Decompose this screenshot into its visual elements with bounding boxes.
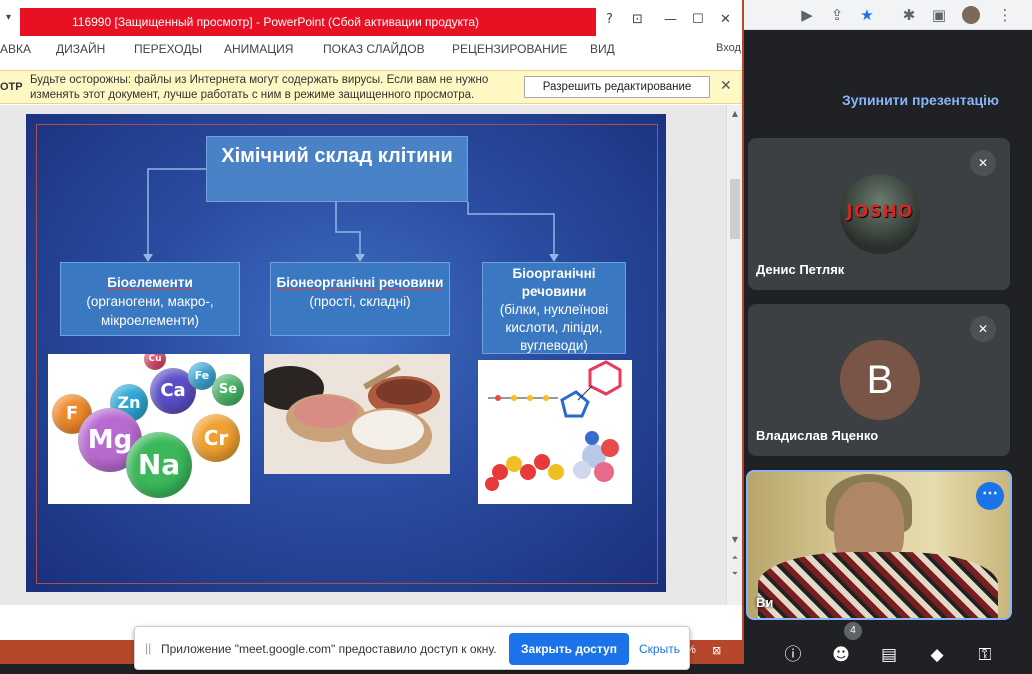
elements-picture: Cu Zn Ca Fe Se F Mg Na Cr [48, 354, 250, 504]
category-heading: Біоелементи [107, 275, 193, 290]
close-bar-icon[interactable]: ✕ [720, 78, 732, 94]
category-heading: Біоорганічні речовини [512, 266, 596, 299]
tab-design[interactable]: ДИЗАЙН [56, 42, 105, 56]
category-box: Біонеорганічні речовини (прості, складні… [270, 262, 450, 336]
camera-icon[interactable]: ▶ [798, 6, 816, 24]
scroll-up-icon[interactable]: ▲ [729, 109, 741, 118]
tab-animation[interactable]: АНИМАЦИЯ [224, 42, 293, 56]
ribbon-display-button[interactable]: ⊡ [632, 12, 643, 27]
scroll-thumb[interactable] [730, 179, 740, 239]
share-icon[interactable]: ⇪ [828, 6, 846, 24]
category-detail: (органогени, макро-, мікроелементи) [86, 294, 214, 328]
vertical-scrollbar[interactable]: ▲ ▼ ⏶ ⏷ [726, 105, 742, 605]
participant-count-badge: 4 [844, 622, 862, 640]
category-box: Біоорганічні речовини (білки, нуклеїнові… [482, 262, 626, 354]
slide-title: Хімічний склад клітини [206, 136, 468, 202]
powerpoint-window: ▾ 116990 [Защищенный просмотр] - PowerPo… [0, 0, 744, 664]
host-controls-icon[interactable]: ⚿ [972, 642, 998, 668]
tab-transitions[interactable]: ПЕРЕХОДЫ [134, 42, 202, 56]
participant-name: Денис Петляк [756, 262, 845, 277]
screen: ▶ ⇪ ★ ✱ ▣ ⋮ Зупинити презентацію ✕ JOSHO… [0, 0, 1032, 674]
profile-avatar[interactable] [962, 6, 980, 24]
protected-view-bar: ОТР Будьте осторожны: файлы из Интернета… [0, 70, 742, 104]
element-ball: Cu [144, 354, 166, 370]
mic-off-icon: ✕ [970, 150, 996, 176]
meet-controls: ⓘ ☻ 4 ▤ ◆ ⚿ [742, 622, 1032, 674]
next-slide-icon[interactable]: ⏷ [729, 569, 741, 579]
title-bar: ▾ 116990 [Защищенный просмотр] - PowerPo… [0, 0, 742, 38]
molecule-illustration [478, 360, 632, 504]
more-options-button[interactable]: ⋯ [976, 482, 1004, 510]
avatar: JOSHO [840, 174, 920, 254]
video-person-body [758, 552, 998, 618]
drag-handle[interactable]: || [145, 641, 151, 655]
browser-toolbar: ▶ ⇪ ★ ✱ ▣ ⋮ [742, 0, 1032, 30]
tab-slideshow[interactable]: ПОКАЗ СЛАЙДОВ [323, 42, 425, 56]
screen-share-bar: || Приложение "meet.google.com" предоста… [134, 626, 690, 670]
window-title: 116990 [Защищенный просмотр] - PowerPoin… [72, 15, 480, 29]
salts-picture [264, 354, 450, 474]
fit-slide-icon[interactable]: ⊠ [712, 644, 721, 657]
self-video-tile[interactable]: ⋯ Ви [746, 470, 1012, 620]
quick-access-icon[interactable]: ▾ [6, 12, 11, 23]
signin-link[interactable]: Вход [716, 42, 741, 54]
ribbon-tabs: АВКА ДИЗАЙН ПЕРЕХОДЫ АНИМАЦИЯ ПОКАЗ СЛАЙ… [0, 38, 742, 62]
tab-view[interactable]: ВИД [590, 42, 615, 56]
avatar-logo: JOSHO [846, 202, 914, 222]
info-icon[interactable]: ⓘ [780, 642, 806, 668]
enable-editing-button[interactable]: Разрешить редактирование [524, 76, 710, 98]
sidebar-icon[interactable]: ▣ [930, 6, 948, 24]
participant-tile[interactable]: ✕ JOSHO Денис Петляк [748, 138, 1010, 290]
category-heading: Біонеорганічні речовини [276, 275, 444, 290]
chat-icon[interactable]: ▤ [876, 642, 902, 668]
stop-presenting-button[interactable]: Зупинити презентацію [842, 92, 999, 108]
share-message: Приложение "meet.google.com" предоставил… [161, 642, 497, 656]
element-ball: Na [126, 432, 192, 498]
activities-icon[interactable]: ◆ [924, 642, 950, 668]
hide-button[interactable]: Скрыть [639, 642, 680, 656]
help-button[interactable]: ? [606, 12, 613, 27]
participant-name: Владислав Яценко [756, 428, 879, 443]
element-ball: Se [212, 374, 244, 406]
prev-slide-icon[interactable]: ⏶ [729, 553, 741, 563]
avatar: B [840, 340, 920, 420]
close-button[interactable]: ✕ [720, 12, 731, 27]
category-detail: (білки, нуклеїнові кислоти, ліпіди, вугл… [499, 302, 609, 353]
bookmark-star-icon[interactable]: ★ [858, 6, 876, 24]
protected-view-message: Будьте осторожны: файлы из Интернета мог… [30, 74, 489, 101]
participant-tile[interactable]: ✕ B Владислав Яценко [748, 304, 1010, 456]
category-detail: (прості, складні) [309, 294, 411, 309]
biomolecules-picture [478, 360, 632, 504]
tab-review[interactable]: РЕЦЕНЗИРОВАНИЕ [452, 42, 567, 56]
mic-off-icon: ✕ [970, 316, 996, 342]
element-ball: Cr [192, 414, 240, 462]
protected-view-label: ОТР [0, 81, 23, 93]
menu-icon[interactable]: ⋮ [996, 6, 1014, 24]
people-icon[interactable]: ☻ [828, 642, 854, 668]
participant-name: Ви [756, 595, 774, 610]
stop-sharing-button[interactable]: Закрыть доступ [509, 633, 629, 665]
scroll-down-icon[interactable]: ▼ [729, 535, 741, 544]
tab-insert[interactable]: АВКА [0, 42, 31, 56]
slide[interactable]: Хімічний склад клітини Біоелементи (орга… [26, 114, 666, 592]
salt-bowls-illustration [264, 354, 450, 474]
minimize-button[interactable]: — [664, 12, 677, 27]
extensions-icon[interactable]: ✱ [900, 6, 918, 24]
meet-panel: Зупинити презентацію ✕ JOSHO Денис Петля… [742, 30, 1032, 674]
maximize-button[interactable]: ☐ [692, 12, 704, 27]
category-box: Біоелементи (органогени, макро-, мікроел… [60, 262, 240, 336]
